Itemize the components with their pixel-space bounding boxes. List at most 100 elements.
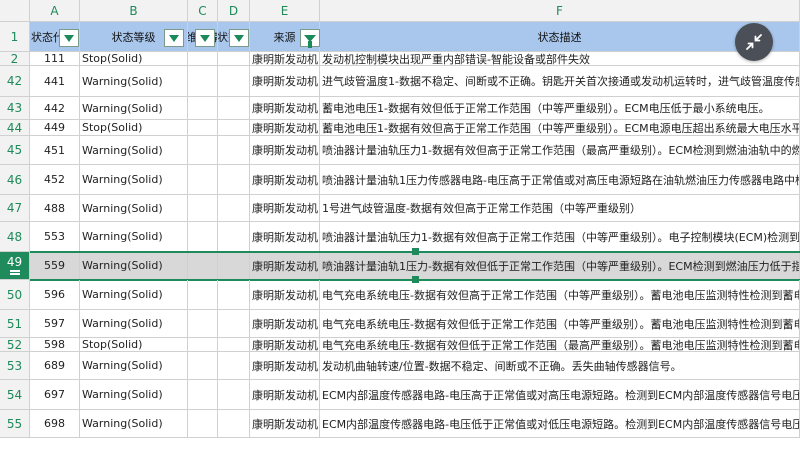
- table-cell[interactable]: 康明斯发动机: [250, 380, 320, 410]
- row-header[interactable]: 55: [0, 410, 30, 438]
- row-header[interactable]: 49: [0, 252, 30, 280]
- table-cell[interactable]: 441: [30, 66, 80, 97]
- table-cell[interactable]: 喷油器计量油轨压力1-数据有效但高于正常工作范围（中等严重级别）。电子控制模块(…: [320, 222, 800, 252]
- table-cell[interactable]: 喷油器计量油轨1压力-数据有效但低于正常工作范围（中等严重级别）。ECM检测到燃…: [320, 252, 800, 280]
- table-cell[interactable]: 康明斯发动机: [250, 52, 320, 66]
- table-cell[interactable]: 康明斯发动机: [250, 97, 320, 120]
- row-header[interactable]: 51: [0, 310, 30, 338]
- row-header[interactable]: 52: [0, 338, 30, 352]
- selection-handle-top[interactable]: [412, 248, 419, 255]
- table-cell[interactable]: Warning(Solid): [80, 352, 188, 380]
- table-cell[interactable]: 689: [30, 352, 80, 380]
- table-cell[interactable]: Stop(Solid): [80, 120, 188, 136]
- table-cell[interactable]: [218, 165, 250, 195]
- table-cell[interactable]: Warning(Solid): [80, 280, 188, 310]
- table-cell[interactable]: 电气充电系统电压-数据有效但高于正常工作范围（中等严重级别）。蓄电池电压监测特性…: [320, 280, 800, 310]
- table-cell[interactable]: [188, 338, 218, 352]
- row-header[interactable]: 54: [0, 380, 30, 410]
- table-cell[interactable]: [218, 222, 250, 252]
- table-cell[interactable]: [218, 310, 250, 338]
- table-cell[interactable]: 康明斯发动机: [250, 410, 320, 438]
- table-cell[interactable]: 596: [30, 280, 80, 310]
- table-cell[interactable]: 康明斯发动机: [250, 222, 320, 252]
- table-cell[interactable]: 597: [30, 310, 80, 338]
- select-all-corner[interactable]: [0, 0, 30, 22]
- drag-handle-icon[interactable]: [10, 270, 20, 272]
- table-cell[interactable]: 电气充电系统电压-数据有效但低于正常工作范围（中等严重级别）。蓄电池电压监测特性…: [320, 310, 800, 338]
- column-header-f[interactable]: F: [320, 0, 800, 22]
- column-header-d[interactable]: D: [218, 0, 250, 22]
- table-cell[interactable]: ECM内部温度传感器电路-电压高于正常值或对高压电源短路。检测到ECM内部温度传…: [320, 380, 800, 410]
- table-cell[interactable]: [218, 66, 250, 97]
- table-cell[interactable]: ECM内部温度传感器电路-电压低于正常值或对低压电源短路。检测到ECM内部温度传…: [320, 410, 800, 438]
- column-header-b[interactable]: B: [80, 0, 188, 22]
- header-status-description[interactable]: 状态描述: [320, 22, 800, 52]
- table-cell[interactable]: 452: [30, 165, 80, 195]
- table-cell[interactable]: 451: [30, 136, 80, 165]
- table-cell[interactable]: 449: [30, 120, 80, 136]
- table-cell[interactable]: [218, 52, 250, 66]
- table-cell[interactable]: 488: [30, 195, 80, 222]
- row-header[interactable]: 43: [0, 97, 30, 120]
- table-cell[interactable]: 康明斯发动机: [250, 136, 320, 165]
- table-cell[interactable]: [218, 352, 250, 380]
- table-cell[interactable]: [218, 195, 250, 222]
- row-header[interactable]: 44: [0, 120, 30, 136]
- table-cell[interactable]: 1号进气歧管温度-数据有效但高于正常工作范围（中等严重级别）: [320, 195, 800, 222]
- table-cell[interactable]: Stop(Solid): [80, 52, 188, 66]
- row-header[interactable]: 45: [0, 136, 30, 165]
- table-cell[interactable]: 进气歧管温度1-数据不稳定、间断或不正确。钥匙开关首次接通或发动机运转时，进气歧…: [320, 66, 800, 97]
- table-cell[interactable]: [188, 410, 218, 438]
- table-cell[interactable]: Warning(Solid): [80, 252, 188, 280]
- table-cell[interactable]: 电气充电系统电压-数据有效但低于正常工作范围（最高严重级别）。蓄电池电压监测特性…: [320, 338, 800, 352]
- row-header[interactable]: 42: [0, 66, 30, 97]
- table-cell[interactable]: Warning(Solid): [80, 97, 188, 120]
- table-cell[interactable]: [188, 280, 218, 310]
- table-cell[interactable]: 康明斯发动机: [250, 280, 320, 310]
- table-cell[interactable]: 559: [30, 252, 80, 280]
- table-cell[interactable]: 康明斯发动机: [250, 352, 320, 380]
- row-header[interactable]: 2: [0, 52, 30, 66]
- table-cell[interactable]: 发动机曲轴转速/位置-数据不稳定、间断或不正确。丢失曲轴传感器信号。: [320, 352, 800, 380]
- table-cell[interactable]: 698: [30, 410, 80, 438]
- table-cell[interactable]: 康明斯发动机: [250, 120, 320, 136]
- filter-button-a[interactable]: [59, 29, 79, 47]
- spreadsheet[interactable]: ABCDEF1状态代状态等级维修等状态类来源状态描述2111Stop(Solid…: [0, 0, 800, 450]
- row-header[interactable]: 46: [0, 165, 30, 195]
- table-cell[interactable]: [218, 410, 250, 438]
- table-cell[interactable]: 喷油器计量油轨压力1-数据有效但高于正常工作范围（最高严重级别）。ECM检测到燃…: [320, 136, 800, 165]
- table-cell[interactable]: [188, 195, 218, 222]
- table-cell[interactable]: Warning(Solid): [80, 410, 188, 438]
- table-cell[interactable]: 111: [30, 52, 80, 66]
- table-cell[interactable]: Warning(Solid): [80, 380, 188, 410]
- row-header[interactable]: 53: [0, 352, 30, 380]
- table-cell[interactable]: [188, 310, 218, 338]
- table-cell[interactable]: Warning(Solid): [80, 165, 188, 195]
- table-cell[interactable]: [188, 52, 218, 66]
- filter-button-d[interactable]: [229, 29, 249, 47]
- row-header[interactable]: 47: [0, 195, 30, 222]
- table-cell[interactable]: [218, 338, 250, 352]
- table-cell[interactable]: Warning(Solid): [80, 136, 188, 165]
- table-cell[interactable]: Warning(Solid): [80, 195, 188, 222]
- table-cell[interactable]: [188, 97, 218, 120]
- table-cell[interactable]: 蓄电池电压1-数据有效但低于正常工作范围（中等严重级别）。ECM电压低于最小系统…: [320, 97, 800, 120]
- table-cell[interactable]: 康明斯发动机: [250, 310, 320, 338]
- table-cell[interactable]: [188, 252, 218, 280]
- table-cell[interactable]: [218, 252, 250, 280]
- table-cell[interactable]: 697: [30, 380, 80, 410]
- column-header-c[interactable]: C: [188, 0, 218, 22]
- table-cell[interactable]: 康明斯发动机: [250, 252, 320, 280]
- row-header[interactable]: 50: [0, 280, 30, 310]
- table-cell[interactable]: 康明斯发动机: [250, 338, 320, 352]
- table-cell[interactable]: [218, 136, 250, 165]
- table-cell[interactable]: [188, 222, 218, 252]
- collapse-fullscreen-button[interactable]: [735, 23, 773, 61]
- table-cell[interactable]: 康明斯发动机: [250, 195, 320, 222]
- filter-button-e[interactable]: [300, 29, 320, 48]
- table-cell[interactable]: [218, 280, 250, 310]
- column-header-e[interactable]: E: [250, 0, 320, 22]
- table-cell[interactable]: 发动机控制模块出现严重内部错误-智能设备或部件失效: [320, 52, 800, 66]
- table-cell[interactable]: 553: [30, 222, 80, 252]
- row-header[interactable]: 48: [0, 222, 30, 252]
